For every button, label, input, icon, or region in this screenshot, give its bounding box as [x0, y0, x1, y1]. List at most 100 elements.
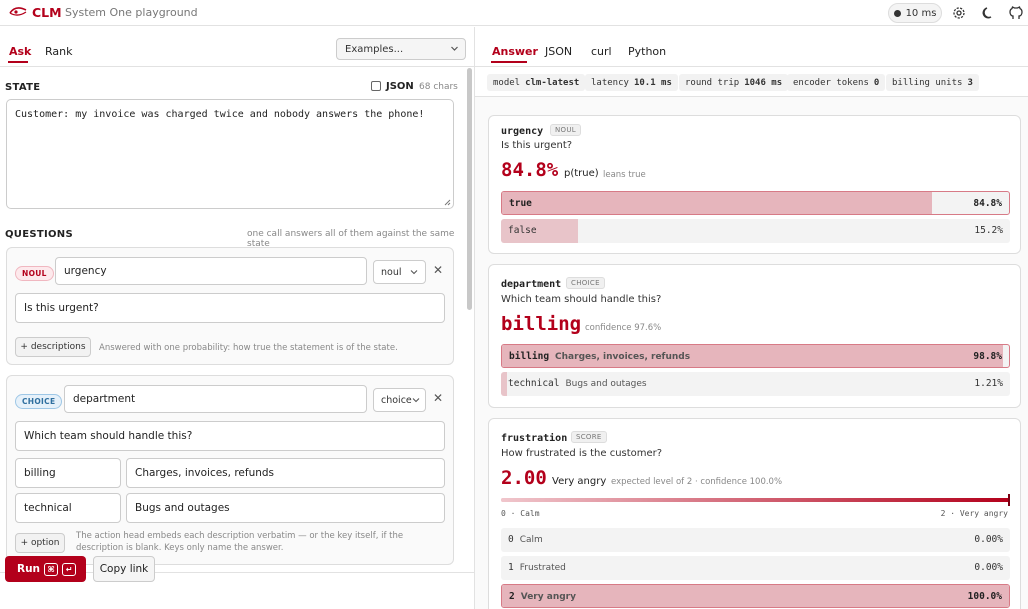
- tab-ask[interactable]: Ask: [9, 45, 31, 58]
- add-option-button[interactable]: + option: [15, 533, 65, 553]
- meta-value: 0: [873, 77, 880, 88]
- question-type-select[interactable]: choice: [373, 388, 426, 412]
- tab-answer-underline: [491, 61, 527, 63]
- examples-select-label: Examples...: [345, 44, 404, 55]
- state-textarea[interactable]: Customer: my invoice was charged twice a…: [6, 99, 454, 209]
- remove-question-close-icon[interactable]: ✕: [433, 263, 443, 277]
- moon-icon[interactable]: [980, 5, 996, 21]
- level-number: 2: [509, 591, 515, 602]
- score-scale-track: [501, 498, 1010, 502]
- option-key-value: billing: [24, 467, 56, 479]
- meta-label: billing units: [892, 77, 963, 88]
- question-prompt-value: Is this urgent?: [24, 302, 99, 314]
- meta-value: 3: [967, 77, 973, 88]
- option-key-input[interactable]: billing: [15, 458, 121, 488]
- tab-ask-underline: [8, 61, 28, 63]
- results-list: urgency NOUL Is this urgent? 84.8% p(tru…: [475, 96, 1028, 609]
- option-key-input[interactable]: technical: [15, 493, 121, 523]
- result-card-department: department CHOICE Which team should hand…: [488, 264, 1021, 408]
- question-prompt-input[interactable]: Is this urgent?: [15, 293, 445, 323]
- scale-min-label: 0 · Calm: [501, 509, 540, 518]
- latency-pill[interactable]: 10 ms: [888, 3, 942, 23]
- run-button[interactable]: Run ⌘ ↵: [5, 556, 86, 582]
- status-dot-icon: [893, 9, 901, 17]
- tab-divider: [0, 66, 474, 67]
- meta-value: clm-latest: [525, 77, 580, 88]
- resize-grip-icon[interactable]: [443, 198, 451, 206]
- level-number: 0: [508, 534, 514, 545]
- question-key-value: urgency: [64, 265, 107, 277]
- option-description-input[interactable]: Bugs and outages: [126, 493, 445, 523]
- state-heading: STATE: [5, 82, 41, 93]
- level-bar-label: 0 Calm: [508, 534, 543, 545]
- question-type-value: choice: [381, 394, 412, 406]
- chevron-down-icon: [410, 268, 418, 276]
- meta-label: round trip: [685, 77, 740, 88]
- question-prompt-input[interactable]: Which team should handle this?: [15, 421, 445, 451]
- left-scrollbar[interactable]: [467, 68, 472, 310]
- examples-select[interactable]: Examples...: [336, 38, 466, 60]
- prob-bar-fill: [502, 192, 932, 214]
- prob-bar-key: technical: [508, 378, 560, 389]
- app-subtitle: System One playground: [65, 6, 198, 19]
- result-headline-unit: Very angry: [552, 476, 607, 487]
- prob-bar-value: 15.2%: [974, 225, 1003, 236]
- question-card-department: CHOICE department choice ✕ Which team sh…: [6, 375, 454, 565]
- prob-bar-billing: billing Charges, invoices, refunds 98.8%: [501, 344, 1010, 368]
- settings-icon[interactable]: [951, 5, 967, 21]
- type-badge-noul: NOUL: [15, 266, 54, 281]
- state-text: Customer: my invoice was charged twice a…: [15, 109, 425, 120]
- add-descriptions-button[interactable]: + descriptions: [15, 337, 91, 357]
- remove-question-close-icon[interactable]: ✕: [433, 391, 443, 405]
- result-card-urgency: urgency NOUL Is this urgent? 84.8% p(tru…: [488, 115, 1021, 254]
- scale-max-label: 2 · Very angry: [940, 509, 1008, 518]
- option-description-input[interactable]: Charges, invoices, refunds: [126, 458, 445, 488]
- question-type-value: noul: [381, 266, 402, 278]
- json-checkbox[interactable]: [371, 81, 381, 91]
- prob-bar-key: billing: [509, 351, 550, 362]
- tab-rank[interactable]: Rank: [45, 45, 72, 58]
- meta-encoder-tokens: encoder tokens 0: [787, 74, 886, 91]
- prob-bar-label: false: [508, 225, 537, 236]
- option-key-value: technical: [24, 502, 72, 514]
- question-key-input[interactable]: urgency: [55, 257, 367, 285]
- question-prompt-value: Which team should handle this?: [24, 430, 193, 442]
- result-name: urgency: [501, 126, 544, 137]
- result-headline: billing: [501, 313, 582, 335]
- question-key-input[interactable]: department: [64, 385, 367, 413]
- prob-bar-description: Charges, invoices, refunds: [555, 352, 691, 362]
- tab-curl[interactable]: curl: [591, 45, 612, 58]
- level-description: Very angry: [520, 592, 576, 602]
- copy-link-button[interactable]: Copy link: [93, 556, 155, 582]
- level-bar-value: 100.0%: [967, 591, 1002, 602]
- question-type-select[interactable]: noul: [373, 260, 426, 284]
- latency-pill-label: 10 ms: [905, 7, 937, 19]
- level-bar-value: 0.00%: [974, 562, 1003, 573]
- result-headline-note: confidence 97.6%: [585, 323, 662, 333]
- meta-latency: latency 10.1 ms: [585, 74, 678, 91]
- score-scale-fill: [501, 498, 1010, 502]
- prob-bar-label: technical Bugs and outages: [508, 378, 647, 389]
- result-type-badge: CHOICE: [566, 277, 605, 289]
- question-key-value: department: [73, 393, 136, 405]
- meta-label: model: [493, 77, 521, 88]
- prob-bar-label: true: [509, 198, 532, 209]
- chevron-down-icon: [412, 396, 420, 404]
- level-bar-2: 2 Very angry 100.0%: [501, 584, 1010, 608]
- json-toggle-label[interactable]: JSON: [386, 81, 414, 92]
- tab-python[interactable]: Python: [628, 45, 666, 58]
- run-button-label: Run: [17, 563, 41, 575]
- tab-json[interactable]: JSON: [545, 45, 572, 58]
- result-question: How frustrated is the customer?: [501, 448, 663, 459]
- meta-value: 10.1 ms: [633, 77, 672, 88]
- option-description-value: Bugs and outages: [135, 502, 230, 514]
- meta-label: encoder tokens: [793, 77, 869, 88]
- score-marker: [1008, 494, 1010, 506]
- question-hint: Answered with one probability: how true …: [99, 343, 398, 353]
- result-headline: 84.8%: [501, 159, 559, 181]
- tab-answer[interactable]: Answer: [492, 45, 538, 58]
- char-count: 68 chars: [419, 82, 458, 92]
- result-headline: 2.00: [501, 467, 547, 489]
- prob-bar-technical: technical Bugs and outages 1.21%: [501, 372, 1010, 396]
- github-icon[interactable]: [1008, 5, 1024, 21]
